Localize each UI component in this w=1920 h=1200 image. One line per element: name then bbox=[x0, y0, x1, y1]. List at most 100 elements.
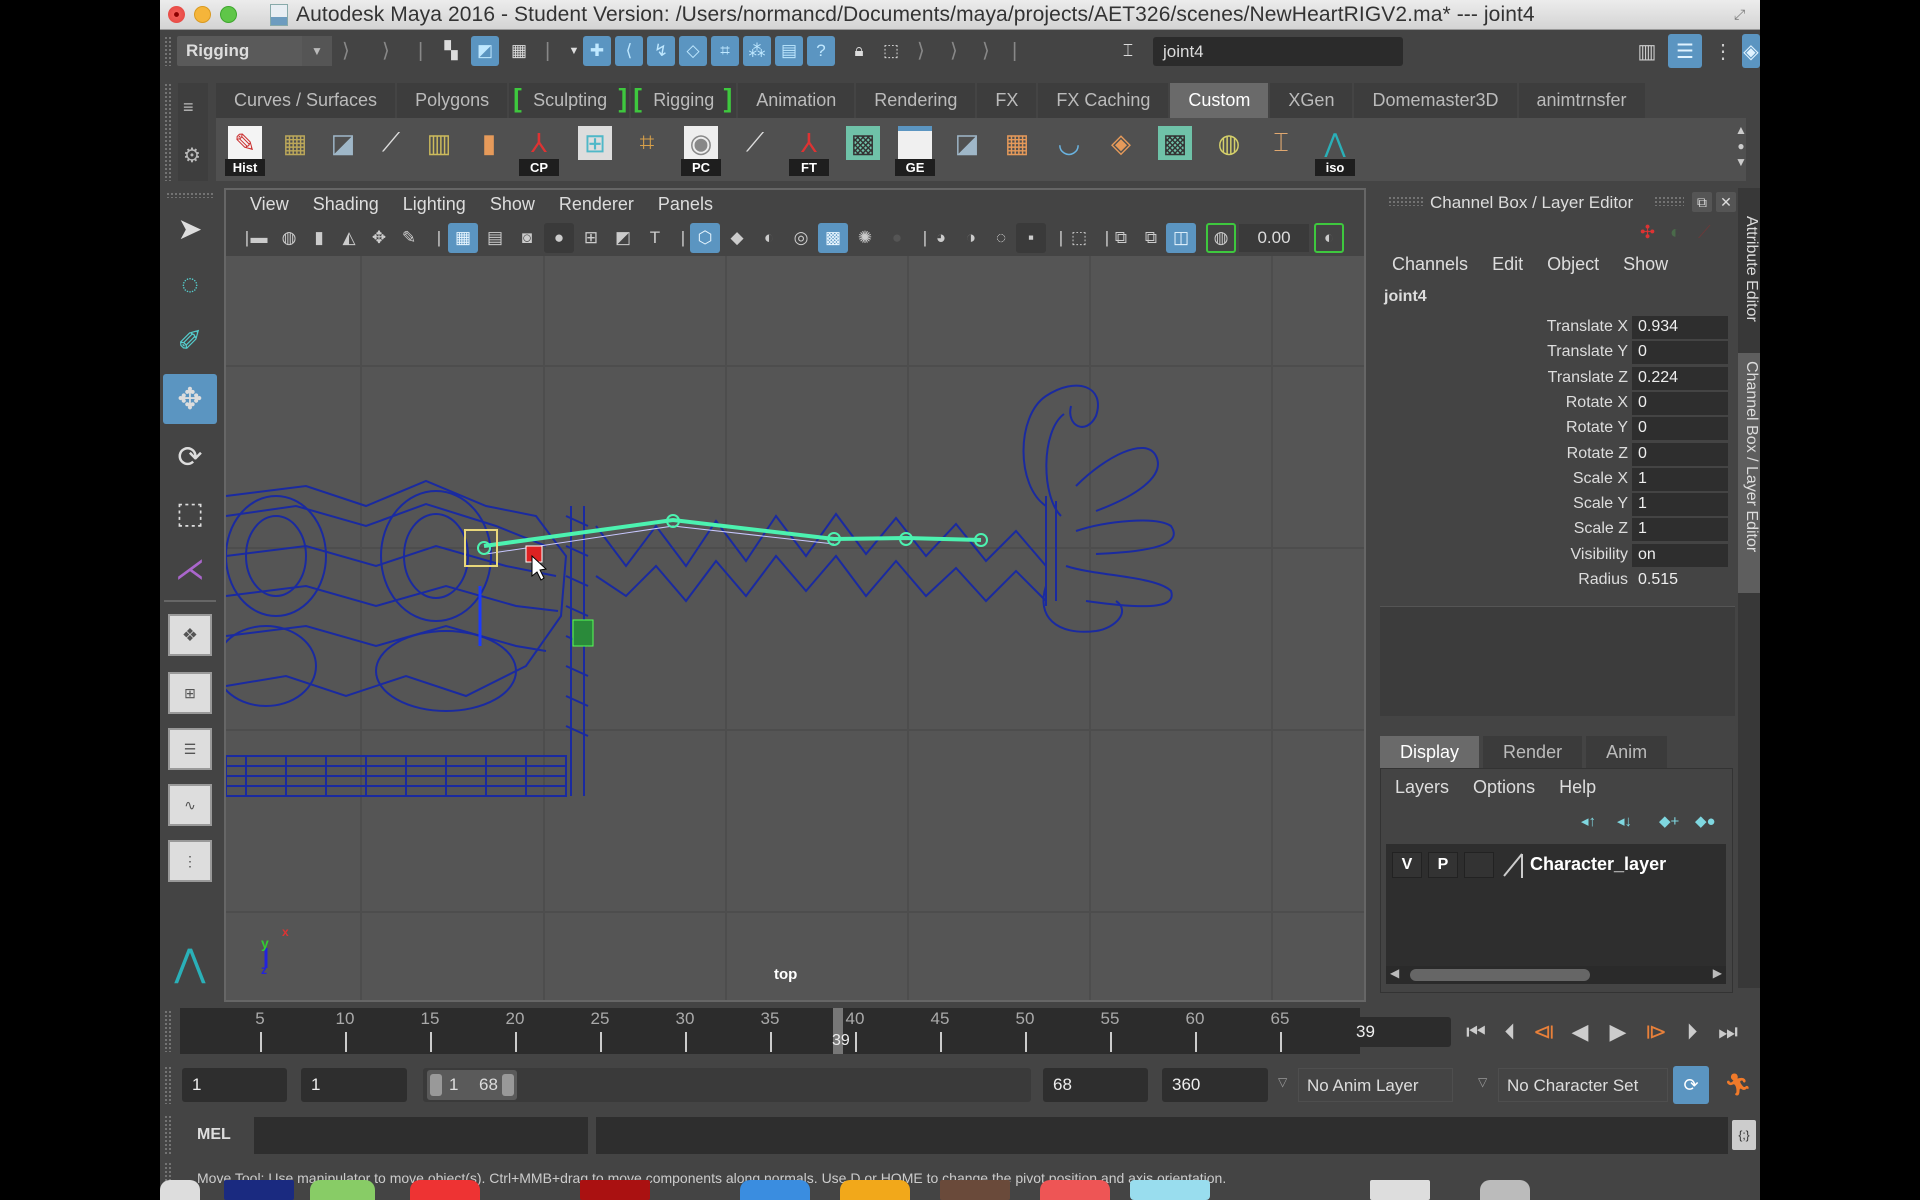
channel-value[interactable]: 0.934 bbox=[1632, 316, 1728, 339]
exposure-icon[interactable]: ◍ bbox=[1206, 223, 1236, 253]
use-all-lights-icon[interactable]: ✺ bbox=[850, 223, 880, 253]
arrow-right-icon[interactable]: ▶ bbox=[1713, 966, 1722, 980]
wireframe-on-shaded-icon[interactable]: ◐ bbox=[754, 223, 784, 253]
four-view-layout-icon[interactable]: ⊞ bbox=[168, 672, 212, 714]
collapse-handle[interactable]: ⟩ bbox=[950, 38, 958, 64]
step-back-frame-icon[interactable]: ⏴ bbox=[1494, 1017, 1526, 1047]
arrow-down-icon[interactable]: ▼ bbox=[1732, 154, 1750, 170]
rotate-tool-icon[interactable]: ⟳ bbox=[163, 432, 217, 482]
gear-icon[interactable]: ⚙ bbox=[183, 143, 201, 168]
shelf-tab-polygons[interactable]: Polygons bbox=[397, 83, 510, 118]
make-live-icon[interactable]: ⌗ bbox=[711, 36, 739, 66]
menu-set-dropdown[interactable]: Rigging ▼ bbox=[177, 36, 332, 66]
xray-active-components-icon[interactable]: ⧉ bbox=[1136, 223, 1166, 253]
grease-pencil-icon[interactable]: ✎ bbox=[394, 223, 424, 253]
channel-name[interactable]: Translate Z bbox=[1548, 369, 1628, 387]
viewport-menu-view[interactable]: View bbox=[238, 190, 301, 220]
image-plane-icon[interactable]: ◭ bbox=[334, 223, 364, 253]
channel-name[interactable]: Scale X bbox=[1573, 470, 1628, 488]
script-language-toggle[interactable]: MEL bbox=[197, 1126, 231, 1144]
range-end-handle[interactable] bbox=[502, 1074, 514, 1096]
tab-channel-box-layer-editor[interactable]: Channel Box / Layer Editor bbox=[1738, 353, 1760, 593]
shelf-scroll-buttons[interactable]: ▲ ● ▼ bbox=[1732, 122, 1750, 174]
chevron-down-icon[interactable]: ▽ bbox=[1478, 1075, 1487, 1089]
collapse-handle[interactable]: ⟩ bbox=[982, 38, 990, 64]
screen-space-ao-icon[interactable]: ◕ bbox=[926, 223, 956, 253]
shelf-button-smooth-skin[interactable]: ▦ bbox=[272, 124, 318, 176]
shadows-icon[interactable]: ● bbox=[882, 223, 912, 253]
channel-box-toggle-icon[interactable]: ◈ bbox=[1742, 34, 1760, 68]
question-icon[interactable]: ? bbox=[807, 36, 835, 66]
tab-render[interactable]: Render bbox=[1483, 736, 1583, 768]
modeling-toolkit-icon[interactable]: ▥ bbox=[1630, 34, 1664, 68]
lasso-tool-icon[interactable]: ◌ bbox=[163, 260, 217, 310]
safe-title-icon[interactable]: T bbox=[640, 223, 670, 253]
dock-maya-icon[interactable] bbox=[1130, 1180, 1210, 1200]
scrollbar-thumb[interactable] bbox=[1410, 969, 1590, 981]
graph-editor-persp-layout-icon[interactable]: ∿ bbox=[168, 784, 212, 826]
shelf-button-extrude[interactable]: ▮ bbox=[466, 124, 512, 176]
shelf-button-delete-deformer[interactable]: ⌗ bbox=[624, 124, 670, 176]
grip-handle[interactable] bbox=[1388, 196, 1424, 206]
channel-value[interactable]: 0 bbox=[1632, 442, 1728, 466]
shelf-button-checker[interactable]: ▩ bbox=[1152, 124, 1198, 176]
tool-settings-toggle-icon[interactable]: ⋮ bbox=[1706, 34, 1740, 68]
collapse-handle[interactable]: ⟩ bbox=[382, 38, 390, 64]
channel-row[interactable]: Radius 0.515 bbox=[1378, 569, 1728, 593]
shelf-tab-curves-surfaces[interactable]: Curves / Surfaces bbox=[216, 83, 398, 118]
script-editor-icon[interactable]: {;} bbox=[1732, 1120, 1756, 1150]
dock-app-icon[interactable] bbox=[224, 1180, 294, 1200]
range-slider-bar[interactable]: 1 68 bbox=[427, 1070, 517, 1100]
viewport-menu-lighting[interactable]: Lighting bbox=[391, 190, 478, 220]
menu-icon[interactable]: ≡ bbox=[183, 97, 194, 118]
channel-value[interactable]: 0 bbox=[1632, 391, 1728, 415]
new-layer-from-selected-icon[interactable]: ◆● bbox=[1695, 812, 1723, 834]
zoom-window-button[interactable] bbox=[220, 6, 237, 23]
channel-value[interactable]: 0 bbox=[1632, 341, 1728, 365]
arrow-left-icon[interactable]: ◀ bbox=[1390, 966, 1399, 980]
dock-finder-icon[interactable] bbox=[160, 1180, 200, 1200]
channel-row[interactable]: Translate Z 0.224 bbox=[1378, 366, 1728, 391]
shelf-button-isolate-select[interactable]: ⋀ iso bbox=[1312, 124, 1358, 176]
bookmark-icon[interactable]: ▮ bbox=[304, 223, 334, 253]
channel-name[interactable]: Radius bbox=[1578, 571, 1628, 589]
grip-handle[interactable] bbox=[164, 83, 172, 181]
anim-layer-dropdown[interactable]: No Anim Layer bbox=[1298, 1068, 1453, 1102]
layer-menu-options[interactable]: Options bbox=[1473, 777, 1535, 798]
select-tool-icon[interactable]: ➤ bbox=[163, 204, 217, 254]
lock-icon[interactable]: 🔒︎ bbox=[845, 36, 873, 66]
shelf-button-ik-handle[interactable]: ⟋ bbox=[732, 124, 778, 176]
shelf-button-cluster[interactable]: ⌶ bbox=[1258, 124, 1304, 176]
motion-blur-icon[interactable]: ◑ bbox=[956, 223, 986, 253]
play-backwards-icon[interactable]: ◀ bbox=[1564, 1017, 1596, 1047]
shelf-button-paint-effects[interactable]: ◍ bbox=[1206, 124, 1252, 176]
close-icon[interactable]: ✕ bbox=[1716, 192, 1736, 212]
last-tool-icon[interactable]: ⋌ bbox=[163, 544, 217, 594]
viewport-menu-renderer[interactable]: Renderer bbox=[547, 190, 646, 220]
grip-handle[interactable] bbox=[164, 1115, 172, 1155]
select-camera-icon[interactable]: ▬ bbox=[244, 223, 274, 253]
layer-playback-toggle[interactable]: P bbox=[1428, 852, 1458, 878]
arrow-up-icon[interactable]: ▲ bbox=[1732, 122, 1750, 138]
channel-value[interactable]: 0 bbox=[1632, 417, 1728, 441]
channel-value[interactable]: 0.224 bbox=[1632, 366, 1728, 390]
shelf-button-hypershade[interactable]: ◈ bbox=[1098, 124, 1144, 176]
viewport-menu-panels[interactable]: Panels bbox=[646, 190, 725, 220]
selected-object-field[interactable]: joint4 bbox=[1153, 37, 1403, 66]
wireframe-icon[interactable]: ⬡ bbox=[690, 223, 720, 253]
outliner-persp-layout-icon[interactable]: ☰ bbox=[168, 728, 212, 770]
channel-name[interactable]: Rotate Z bbox=[1567, 445, 1628, 463]
grip-handle[interactable] bbox=[164, 1066, 172, 1104]
shelf-tab-domemaster3d[interactable]: Domemaster3D bbox=[1354, 83, 1519, 118]
shelf-button-uv-editor[interactable]: ▩ bbox=[840, 124, 886, 176]
shelf-tab-custom[interactable]: Custom bbox=[1170, 83, 1271, 118]
playback-start-field[interactable]: 1 bbox=[301, 1068, 407, 1102]
shelf-button-center-pivot[interactable]: ⅄ CP bbox=[516, 124, 562, 176]
gate-mask-icon[interactable]: ● bbox=[544, 223, 574, 253]
minimize-window-button[interactable] bbox=[194, 6, 211, 23]
channel-name[interactable]: Scale Z bbox=[1574, 520, 1628, 538]
shelf-button-hypergraph[interactable]: ⊞ bbox=[572, 124, 618, 176]
safe-action-icon[interactable]: ◩ bbox=[608, 223, 638, 253]
grip-handle[interactable] bbox=[164, 36, 172, 66]
channel-value[interactable]: on bbox=[1632, 543, 1728, 567]
